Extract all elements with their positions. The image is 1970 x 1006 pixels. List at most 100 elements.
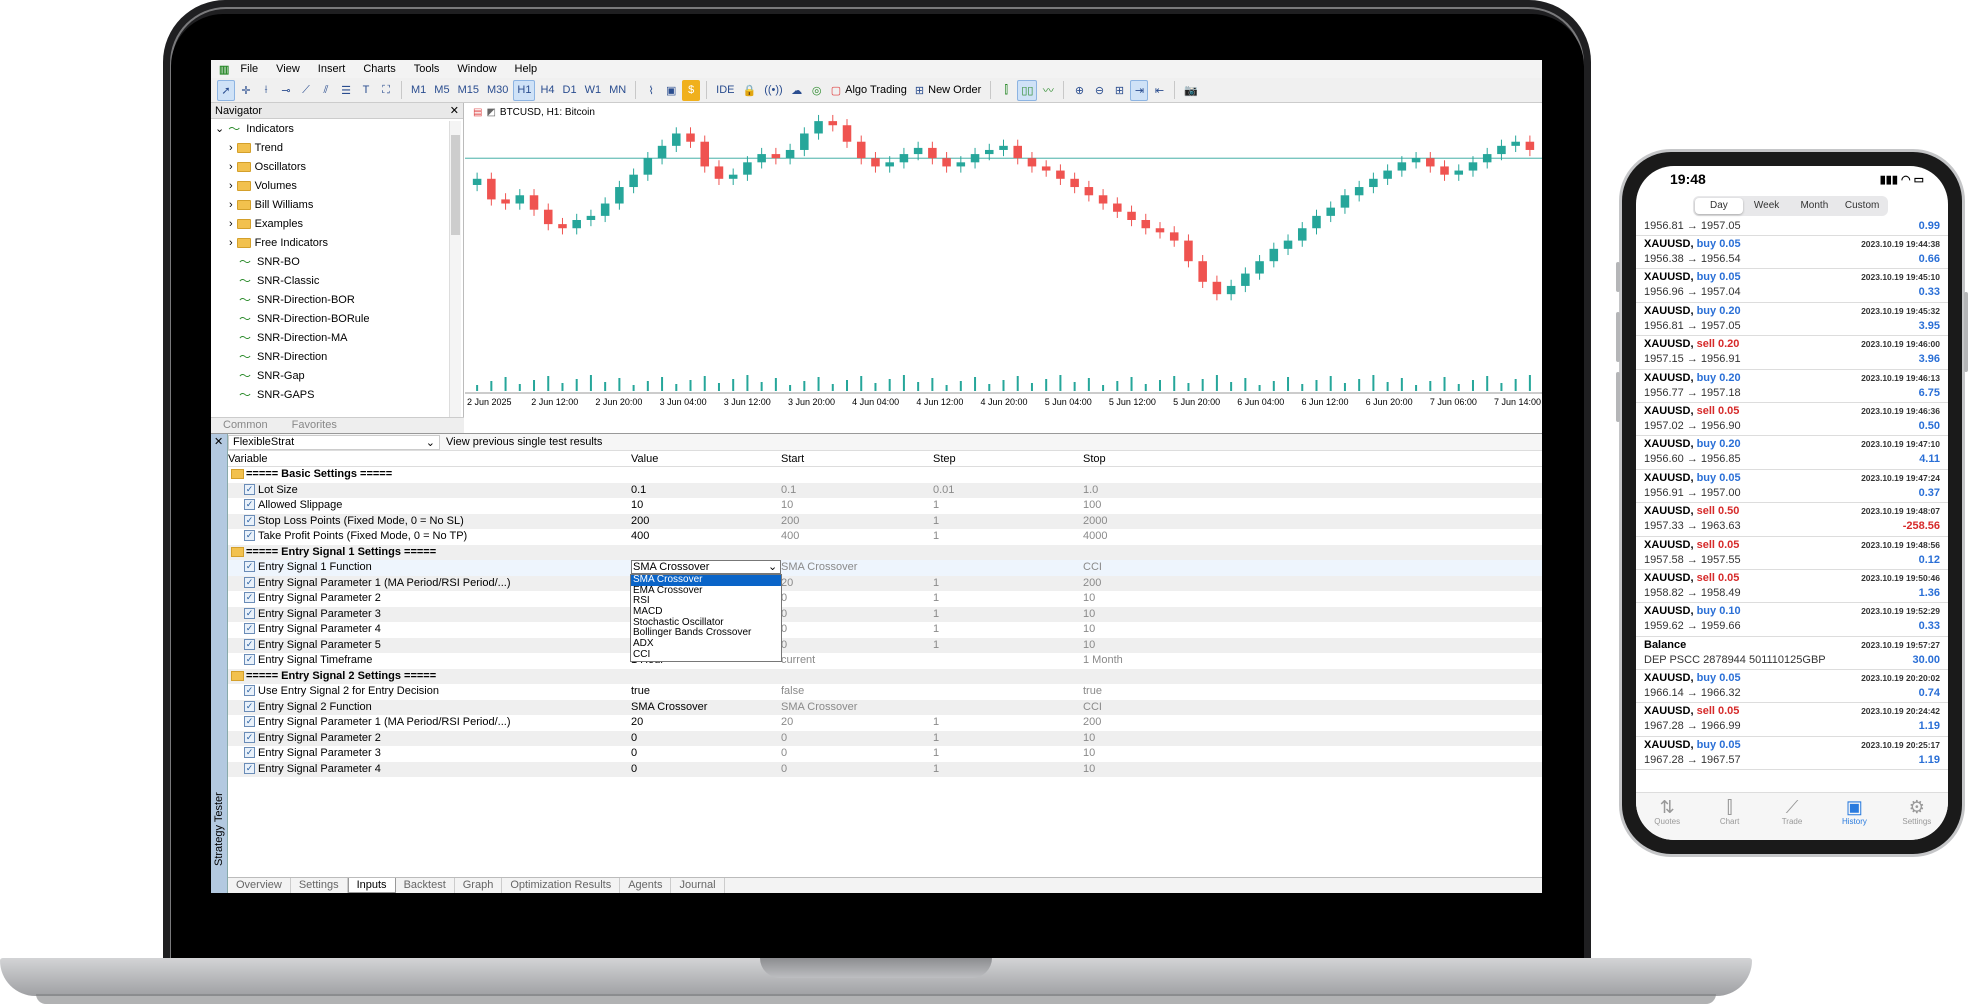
list-item[interactable]: 1956.81 → 1957.05 0.99: [1636, 218, 1948, 236]
vps-icon[interactable]: ◎: [808, 80, 826, 101]
list-item[interactable]: XAUUSD, buy 0.10 2023.10.19 19:52:29 1959.…: [1636, 603, 1948, 637]
chart-shift-icon[interactable]: ⇤: [1150, 80, 1168, 101]
menu-insert[interactable]: Insert: [309, 63, 355, 75]
autoscroll-icon[interactable]: ⇥: [1130, 79, 1149, 101]
tf-h4[interactable]: H4: [537, 80, 557, 101]
tab-favorites[interactable]: Favorites: [280, 418, 349, 433]
chart-window[interactable]: ▤ ◩ BTCUSD, H1: Bitcoin 2 Jun 2025 2 Jun …: [465, 103, 1542, 433]
input-row[interactable]: ✓ Entry Signal 1 Function SMA Crossover ⌄ SM…: [228, 560, 1542, 576]
chevron-right-icon[interactable]: ›: [229, 161, 233, 173]
input-row[interactable]: ✓ Entry Signal Parameter 5 0 1 10: [228, 637, 1542, 653]
trend-line-icon[interactable]: ⟋: [297, 80, 315, 101]
signal-icon[interactable]: ((•)): [761, 80, 786, 101]
phone-tab-quotes[interactable]: ⇅ Quotes: [1636, 793, 1698, 840]
list-item[interactable]: XAUUSD, sell 0.20 2023.10.19 19:46:00 1957…: [1636, 336, 1948, 370]
value-cell[interactable]: 400: [631, 530, 649, 542]
value-cell[interactable]: 200: [631, 515, 649, 527]
expert-select[interactable]: FlexibleStrat ⌄: [228, 434, 440, 450]
phone-tab-settings[interactable]: ⚙ Settings: [1886, 793, 1948, 840]
screenshot-icon[interactable]: 📷: [1181, 80, 1201, 101]
segment-week[interactable]: Week: [1743, 198, 1791, 214]
checkbox[interactable]: ✓: [244, 747, 255, 758]
checkbox[interactable]: ✓: [244, 716, 255, 727]
algo-trading-button[interactable]: ▢ Algo Trading: [828, 80, 910, 101]
phone-tab-chart[interactable]: ⫿ Chart: [1698, 793, 1760, 840]
bars-icon[interactable]: ⫿: [997, 80, 1015, 101]
value-cell[interactable]: 20: [631, 716, 643, 728]
tf-m30[interactable]: M30: [484, 80, 511, 101]
tf-m5[interactable]: M5: [431, 80, 452, 101]
checkbox[interactable]: ✓: [244, 700, 255, 712]
text-icon[interactable]: T: [357, 80, 375, 101]
candles-icon[interactable]: ▯▯: [1017, 79, 1038, 101]
tester-close-icon[interactable]: ✕: [214, 435, 223, 448]
input-row[interactable]: ✓ Entry Signal Parameter 4 0 0 1 10: [228, 761, 1542, 777]
horizontal-line-icon[interactable]: ⊸: [277, 80, 295, 101]
tester-tab-inputs[interactable]: Inputs: [347, 878, 396, 893]
list-item[interactable]: XAUUSD, buy 0.20 2023.10.19 19:47:10 1956.…: [1636, 436, 1948, 470]
menu-view[interactable]: View: [267, 63, 309, 75]
tf-d1[interactable]: D1: [560, 80, 580, 101]
lock-icon[interactable]: 🔒: [740, 80, 760, 101]
vertical-line-icon[interactable]: ⟊: [257, 80, 275, 101]
input-row[interactable]: ✓ Entry Signal Parameter 2 0 0 1 10: [228, 730, 1542, 746]
dropdown-option[interactable]: ADX: [631, 638, 781, 650]
tree-item[interactable]: 〜 SNR-Direction-BORule: [215, 309, 463, 328]
list-item[interactable]: XAUUSD, sell 0.05 2023.10.19 19:50:46 1958…: [1636, 570, 1948, 604]
tf-h1[interactable]: H1: [513, 79, 536, 101]
tf-mn[interactable]: MN: [606, 80, 629, 101]
tree-item[interactable]: 〜 SNR-GAPS: [215, 385, 463, 404]
list-item[interactable]: XAUUSD, buy 0.20 2023.10.19 19:45:32 1956.…: [1636, 303, 1948, 337]
checkbox[interactable]: ✓: [244, 654, 255, 665]
value-cell[interactable]: 0: [631, 747, 637, 759]
checkbox[interactable]: ✓: [244, 623, 255, 634]
tester-tab-optimization-results[interactable]: Optimization Results: [502, 878, 621, 893]
ide-button[interactable]: IDE: [713, 80, 737, 101]
shapes-icon[interactable]: ⛶: [377, 80, 395, 101]
list-item[interactable]: XAUUSD, sell 0.05 2023.10.19 20:24:42 1967…: [1636, 703, 1948, 737]
tester-tab-settings[interactable]: Settings: [291, 878, 348, 893]
list-item[interactable]: XAUUSD, sell 0.05 2023.10.19 19:48:56 1957…: [1636, 537, 1948, 570]
tester-tab-overview[interactable]: Overview: [228, 878, 291, 893]
checkbox[interactable]: ✓: [244, 530, 255, 541]
tree-root[interactable]: ⌄ 〜 Indicators: [215, 119, 463, 138]
list-item[interactable]: Balance 2023.10.19 19:57:27 DEP PSCC 2878…: [1636, 637, 1948, 671]
indicators-icon[interactable]: ▣: [662, 80, 680, 101]
segment-month[interactable]: Month: [1791, 198, 1839, 214]
cloud-icon[interactable]: ☁: [788, 80, 806, 101]
previous-results-link[interactable]: View previous single test results: [440, 436, 602, 448]
tree-item[interactable]: 〜 SNR-Direction-BOR: [215, 290, 463, 309]
value-cell[interactable]: SMA Crossover: [631, 701, 707, 713]
input-row[interactable]: ✓ Take Profit Points (Fixed Mode, 0 = No …: [228, 529, 1542, 545]
value-cell[interactable]: 0.1: [631, 484, 646, 496]
input-row[interactable]: ✓ Entry Signal Parameter 4 0 1 10: [228, 622, 1542, 638]
list-item[interactable]: XAUUSD, sell 0.05 2023.10.19 19:46:36 1957…: [1636, 403, 1948, 437]
function-dropdown[interactable]: SMA Crossover EMA Crossover RSI MACD Stochas…: [630, 574, 782, 662]
value-cell[interactable]: 0: [631, 732, 637, 744]
input-row[interactable]: ✓ Entry Signal Parameter 1 (MA Period/RSI…: [228, 715, 1542, 731]
checkbox[interactable]: ✓: [244, 638, 255, 650]
input-row[interactable]: ✓ Entry Signal 2 Function SMA Crossover SMA…: [228, 699, 1542, 715]
tree-item[interactable]: 〜 SNR-BO: [215, 252, 463, 271]
input-row[interactable]: ✓ Stop Loss Points (Fixed Mode, 0 = No SL…: [228, 513, 1542, 529]
new-order-button[interactable]: ⊞ New Order: [912, 80, 984, 101]
list-item[interactable]: XAUUSD, sell 0.50 2023.10.19 19:48:07 1957…: [1636, 503, 1948, 537]
tree-item[interactable]: 〜 SNR-Gap: [215, 366, 463, 385]
input-row[interactable]: ✓ Lot Size 0.1 0.1 0.01 1.0: [228, 482, 1542, 498]
checkbox[interactable]: ✓: [244, 592, 255, 603]
input-row[interactable]: ✓ Entry Signal Parameter 1 (MA Period/RSI…: [228, 575, 1542, 591]
checkbox[interactable]: ✓: [244, 576, 255, 588]
dropdown-option[interactable]: EMA Crossover: [631, 585, 781, 597]
list-item[interactable]: XAUUSD, buy 0.05 2023.10.19 19:47:24 1956.…: [1636, 470, 1948, 504]
list-item[interactable]: XAUUSD, buy 0.05 2023.10.19 20:20:02 1966.…: [1636, 670, 1948, 704]
tester-tab-graph[interactable]: Graph: [455, 878, 503, 893]
phone-tab-history[interactable]: ▣ History: [1823, 793, 1885, 840]
input-row[interactable]: ✓Entry Signal Timeframe1 Hourcurrent1 Mo…: [228, 653, 1542, 669]
zoom-in-icon[interactable]: ⊕: [1070, 80, 1088, 101]
checkbox[interactable]: ✓: [244, 685, 255, 696]
tester-tab-backtest[interactable]: Backtest: [396, 878, 455, 893]
tree-item[interactable]: 〜 SNR-Direction: [215, 347, 463, 366]
fibonacci-icon[interactable]: ☰: [337, 80, 355, 101]
tree-folder[interactable]: › Bill Williams: [215, 195, 463, 214]
list-item[interactable]: XAUUSD, buy 0.20 2023.10.19 19:46:13 1956.…: [1636, 370, 1948, 403]
